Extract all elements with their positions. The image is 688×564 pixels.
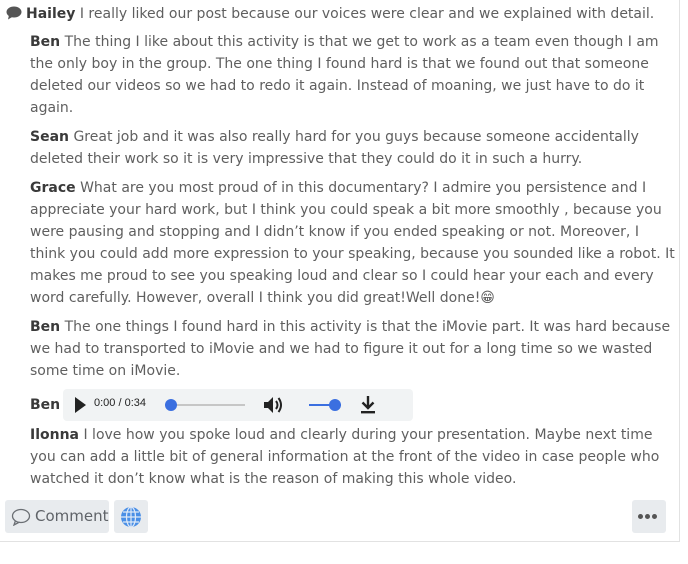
comment-text: Great job and it was also really hard fo… bbox=[30, 129, 639, 167]
comment-button[interactable]: Comment bbox=[5, 500, 109, 533]
audio-player: 0:00 / 0:34 bbox=[63, 389, 413, 421]
comment-author[interactable]: Grace bbox=[30, 180, 76, 196]
volume-handle[interactable] bbox=[329, 399, 341, 411]
comment-text: I love how you spoke loud and clearly du… bbox=[30, 427, 660, 487]
globe-button[interactable] bbox=[114, 500, 148, 533]
speech-bubble-icon bbox=[6, 6, 22, 20]
comment-item: Grace What are you most proud of in this… bbox=[30, 177, 675, 309]
comment-button-label: Comment bbox=[35, 507, 109, 525]
comment-text: The thing I like about this activity is … bbox=[30, 34, 659, 116]
more-dots-icon bbox=[638, 514, 659, 519]
more-options-button[interactable] bbox=[632, 500, 666, 533]
comment-item: Sean Great job and it was also really ha… bbox=[30, 126, 675, 170]
comment-item: Ben The one things I found hard in this … bbox=[30, 316, 675, 382]
comment-text: The one things I found hard in this acti… bbox=[30, 319, 671, 379]
comment-item: Hailey I really liked our post because o… bbox=[6, 3, 676, 25]
seek-slider[interactable] bbox=[165, 399, 245, 411]
comment-author[interactable]: Ben bbox=[30, 319, 60, 335]
comment-author[interactable]: Ben bbox=[30, 394, 60, 416]
globe-icon bbox=[121, 506, 141, 528]
comment-item: Ben The thing I like about this activity… bbox=[30, 31, 675, 119]
comment-author[interactable]: Ben bbox=[30, 34, 60, 50]
comment-author[interactable]: Hailey bbox=[26, 6, 75, 22]
comment-author[interactable]: Sean bbox=[30, 129, 69, 145]
comments-panel: Hailey I really liked our post because o… bbox=[0, 0, 680, 542]
play-icon[interactable] bbox=[75, 397, 86, 413]
comment-author[interactable]: Ilonna bbox=[30, 427, 79, 443]
comment-text: What are you most proud of in this docum… bbox=[30, 180, 675, 306]
speech-bubble-icon bbox=[11, 508, 31, 526]
comment-text: I really liked our post because our voic… bbox=[79, 6, 655, 22]
download-icon[interactable] bbox=[358, 394, 378, 416]
audio-time: 0:00 / 0:34 bbox=[94, 397, 146, 409]
volume-icon[interactable] bbox=[262, 395, 284, 415]
comment-item: Ilonna I love how you spoke loud and cle… bbox=[30, 424, 675, 490]
seek-handle[interactable] bbox=[165, 399, 177, 411]
